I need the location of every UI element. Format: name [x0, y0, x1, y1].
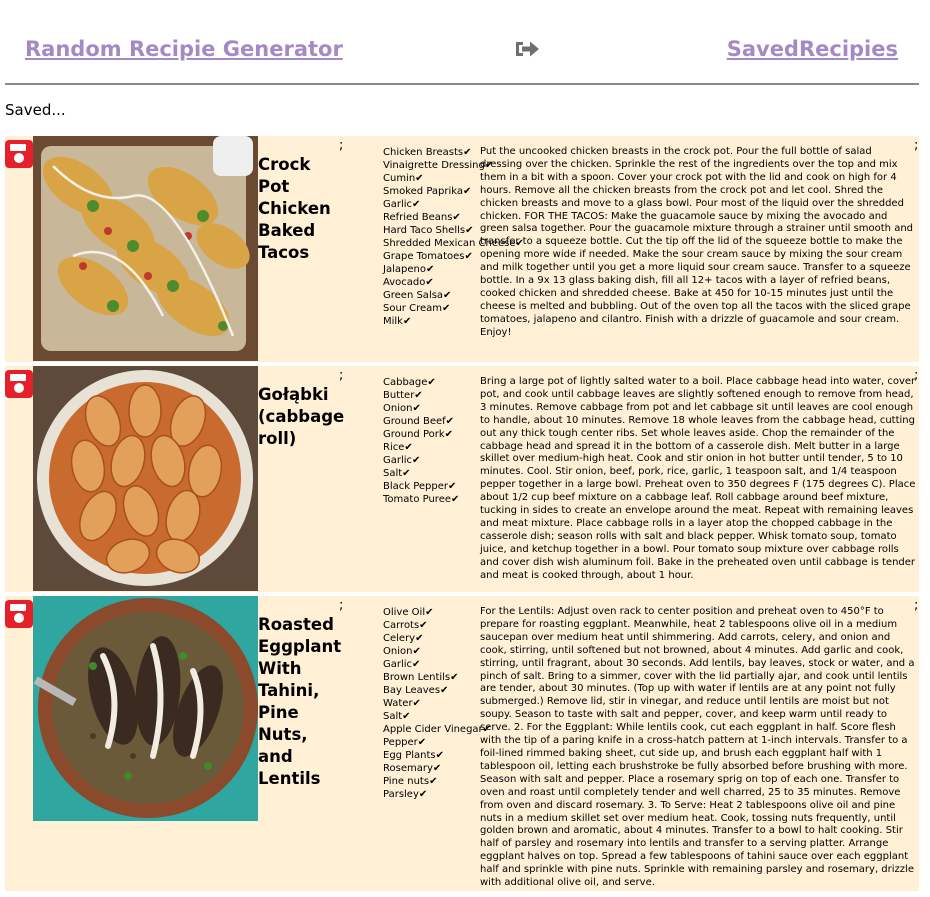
ingredient-item: Butter✔ [383, 390, 423, 401]
ingredient-item: Salt✔ [383, 468, 411, 479]
save-icon[interactable] [5, 140, 33, 168]
ingredient-item: Vinaigrette Dressing✔ [383, 160, 494, 171]
ingredient-item: Rosemary✔ [383, 763, 442, 774]
ingredient-item: Hard Taco Shells✔ [383, 225, 474, 236]
ingredient-item: Chicken Breasts✔ [383, 147, 472, 158]
ingredient-item: Water✔ [383, 698, 421, 709]
ingredient-item: Celery✔ [383, 633, 424, 644]
ingredient-item: Ground Pork✔ [383, 429, 454, 440]
ingredient-item: Garlic✔ [383, 659, 421, 670]
separator: ; [339, 138, 344, 153]
ingredient-list: Cabbage✔ Butter✔ Onion✔ Ground Beef✔ Gro… [383, 376, 479, 506]
ingredient-item: Garlic✔ [383, 199, 421, 210]
ingredient-item: Pine nuts✔ [383, 776, 438, 787]
recipe-title: Roasted Eggplant With Tahini, Pine Nuts,… [258, 615, 342, 788]
ingredient-item: Rice✔ [383, 442, 413, 453]
recipe-instructions: Bring a large pot of lightly salted wate… [480, 376, 916, 581]
recipe-card: Roasted Eggplant With Tahini, Pine Nuts,… [5, 596, 919, 891]
recipe-card: Crock Pot Chicken Baked Tacos ; Chicken … [5, 136, 919, 362]
recipe-instructions: For the Lentils: Adjust oven rack to cen… [480, 606, 915, 889]
ingredient-list: Olive Oil✔ Carrots✔ Celery✔ Onion✔ Garli… [383, 606, 492, 801]
home-link[interactable]: Random Recipie Generator [25, 35, 343, 63]
recipe-title: Crock Pot Chicken Baked Tacos [258, 155, 331, 262]
recipe-image [33, 366, 258, 591]
ingredient-item: Apple Cider Vinegar✔ [383, 724, 492, 735]
ingredient-item: Pepper✔ [383, 737, 427, 748]
ingredient-item: Sour Cream✔ [383, 303, 451, 314]
ingredient-list: Chicken Breasts✔ Vinaigrette Dressing✔ C… [383, 146, 524, 328]
ingredient-item: Carrots✔ [383, 620, 428, 631]
header: Random Recipie Generator SavedRecipies [0, 0, 930, 84]
ingredient-item: Parsley✔ [383, 789, 428, 800]
ingredient-item: Refried Beans✔ [383, 212, 461, 223]
saved-heading: Saved... [5, 101, 66, 119]
ingredient-item: Smoked Paprika✔ [383, 186, 472, 197]
separator: ; [339, 598, 344, 613]
ingredient-item: Onion✔ [383, 646, 421, 657]
ingredient-item: Salt✔ [383, 711, 411, 722]
ingredient-item: Brown Lentils✔ [383, 672, 459, 683]
ingredient-item: Jalapeno✔ [383, 264, 435, 275]
ingredient-item: Shredded Mexican Cheese✔ [383, 238, 524, 249]
ingredient-item: Milk✔ [383, 316, 412, 327]
ingredient-item: Garlic✔ [383, 455, 421, 466]
sign-out-icon[interactable] [514, 39, 540, 59]
separator: ; [914, 598, 919, 613]
ingredient-item: Egg Plants✔ [383, 750, 444, 761]
separator: ; [914, 368, 919, 383]
ingredient-item: Avocado✔ [383, 277, 434, 288]
recipe-title: Gołąbki (cabbage roll) [258, 385, 345, 448]
ingredient-item: Green Salsa✔ [383, 290, 452, 301]
recipe-card: Gołąbki (cabbage roll) ; Cabbage✔ Butter… [5, 366, 919, 592]
recipe-instructions: Put the uncooked chicken breasts in the … [480, 146, 914, 338]
ingredient-item: Ground Beef✔ [383, 416, 455, 427]
ingredient-item: Cumin✔ [383, 173, 424, 184]
ingredient-item: Grape Tomatoes✔ [383, 251, 473, 262]
ingredient-item: Olive Oil✔ [383, 607, 434, 618]
ingredient-item: Cabbage✔ [383, 377, 436, 388]
ingredient-item: Black Pepper✔ [383, 481, 457, 492]
save-icon[interactable] [5, 600, 33, 628]
ingredient-item: Tomato Puree✔ [383, 494, 460, 505]
ingredient-item: Onion✔ [383, 403, 421, 414]
separator: ; [339, 368, 344, 383]
separator: ; [914, 138, 919, 153]
saved-recipes-link[interactable]: SavedRecipies [727, 35, 898, 63]
save-icon[interactable] [5, 370, 33, 398]
recipe-image [33, 136, 258, 361]
ingredient-item: Bay Leaves✔ [383, 685, 449, 696]
recipe-image [33, 596, 258, 821]
header-divider [5, 83, 919, 85]
